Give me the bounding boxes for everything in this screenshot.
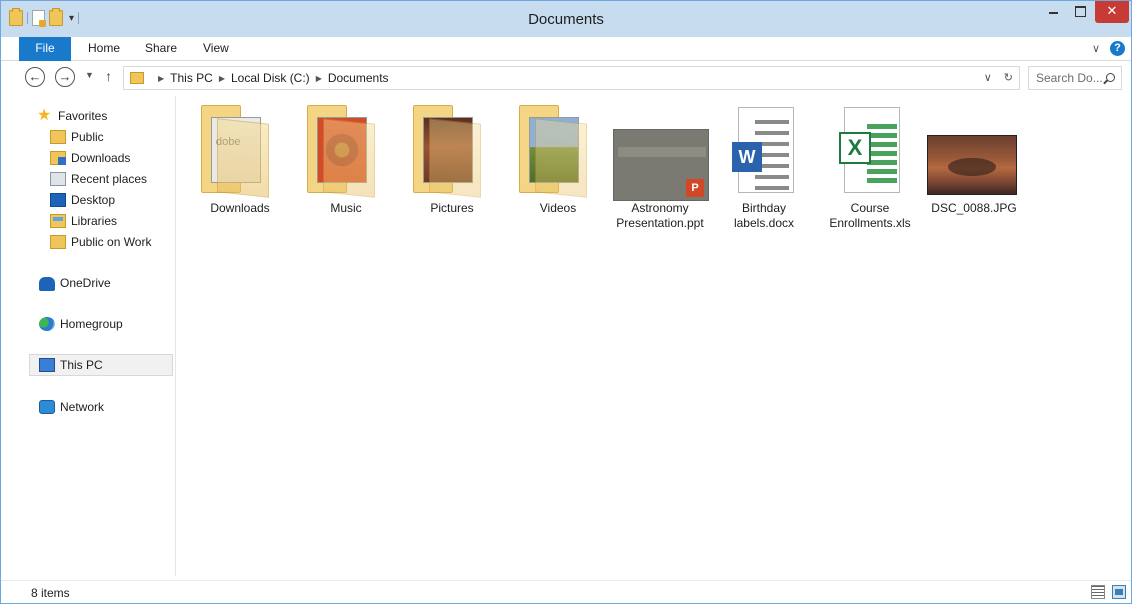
- breadcrumb-local-disk[interactable]: Local Disk (C:): [231, 71, 310, 85]
- sidebar-item-public-on-work[interactable]: Public on Work: [50, 232, 151, 252]
- sidebar-item-label: Public: [71, 130, 104, 144]
- file-name: DSC_0088.JPG: [931, 201, 1017, 215]
- recent-locations-icon[interactable]: ▼: [85, 70, 94, 80]
- minimize-button[interactable]: [1041, 1, 1067, 23]
- sidebar-item-this-pc[interactable]: This PC: [39, 355, 103, 375]
- sidebar-item-label: This PC: [60, 358, 103, 372]
- status-bar: 8 items: [1, 580, 1131, 604]
- address-history-icon[interactable]: ∨: [984, 71, 992, 84]
- navigation-pane: ★ Favorites Public Downloads Recent plac…: [1, 96, 176, 576]
- file-name: Music: [330, 201, 362, 215]
- up-button[interactable]: ↑: [105, 68, 112, 84]
- file-name: Birthday labels.docx: [733, 201, 795, 230]
- presentation-thumbnail: P: [613, 129, 709, 201]
- sidebar-item-label: Homegroup: [60, 317, 123, 331]
- tab-home[interactable]: Home: [88, 37, 120, 61]
- search-placeholder: Search Do...: [1036, 71, 1103, 85]
- powerpoint-icon: P: [686, 179, 704, 197]
- folder-icon: [413, 105, 481, 198]
- recent-places-icon: [50, 172, 66, 186]
- maximize-button[interactable]: [1067, 1, 1093, 23]
- sidebar-item-label: Public on Work: [71, 235, 152, 249]
- ribbon-tabs: File Home Share View ∨ ?: [1, 37, 1131, 61]
- address-bar[interactable]: ▶ This PC ▶ Local Disk (C:) ▶ Documents …: [123, 66, 1020, 90]
- libraries-icon: [50, 214, 66, 228]
- large-icons-view-icon[interactable]: [1112, 585, 1126, 599]
- folder-front: [217, 118, 269, 198]
- window-title: Documents: [528, 11, 604, 28]
- sidebar-item-label: Downloads: [71, 151, 131, 165]
- desktop-icon: [50, 193, 66, 207]
- excel-document-icon: X: [839, 107, 900, 193]
- sidebar-item-label: Favorites: [58, 109, 108, 123]
- word-icon: W: [732, 142, 762, 172]
- title-bar: ▾ Documents ✕: [1, 1, 1131, 37]
- address-controls: ∨ ↻: [984, 71, 1013, 84]
- folder-icon: [130, 72, 144, 84]
- file-name: Course Enrollments.xls: [829, 201, 911, 230]
- sidebar-item-label: Libraries: [71, 214, 118, 228]
- expand-ribbon-icon[interactable]: ∨: [1092, 42, 1100, 55]
- tab-view[interactable]: View: [203, 37, 229, 61]
- item-count: 8 items: [31, 586, 70, 600]
- sidebar-item-onedrive[interactable]: OneDrive: [39, 273, 111, 293]
- search-input[interactable]: Search Do...: [1028, 66, 1122, 90]
- word-document-icon: W: [732, 107, 794, 193]
- sidebar-item-label: Desktop: [71, 193, 116, 207]
- sidebar-item-recent-places[interactable]: Recent places: [50, 169, 147, 189]
- folder-icon: [50, 235, 66, 249]
- help-icon[interactable]: ?: [1110, 41, 1125, 56]
- sidebar-item-desktop[interactable]: Desktop: [50, 190, 115, 210]
- details-view-icon[interactable]: [1091, 585, 1105, 599]
- sidebar-item-favorites[interactable]: ★ Favorites: [37, 106, 107, 126]
- file-name: Astronomy Presentation.ppt: [616, 201, 704, 230]
- onedrive-cloud-icon: [39, 277, 55, 291]
- slide-title-strip: [618, 147, 706, 157]
- sidebar-item-label: OneDrive: [60, 276, 111, 290]
- sidebar-item-homegroup[interactable]: Homegroup: [39, 314, 123, 334]
- explorer-window: ▾ Documents ✕ File Home Share View ∨ ? ←…: [0, 0, 1132, 604]
- file-name: Pictures: [430, 201, 474, 215]
- folder-icon: [50, 130, 66, 144]
- sidebar-item-downloads[interactable]: Downloads: [50, 148, 130, 168]
- breadcrumb-documents[interactable]: Documents: [328, 71, 389, 85]
- file-name: Downloads: [210, 201, 270, 215]
- folder-front: [323, 118, 375, 198]
- star-icon: ★: [37, 107, 52, 124]
- computer-icon: [39, 358, 55, 372]
- navigation-bar: ← → ▼ ↑ ▶ This PC ▶ Local Disk (C:) ▶ Do…: [1, 62, 1131, 94]
- downloads-folder-icon: [50, 151, 66, 165]
- tab-file[interactable]: File: [19, 37, 71, 61]
- folder-icon: [307, 105, 375, 198]
- close-button[interactable]: ✕: [1095, 1, 1129, 23]
- breadcrumb-this-pc[interactable]: This PC: [170, 71, 213, 85]
- excel-icon: X: [839, 132, 871, 164]
- folder-icon: [519, 105, 587, 198]
- search-icon[interactable]: [1106, 73, 1115, 82]
- photo-thumbnail: [927, 135, 1017, 195]
- homegroup-icon: [39, 317, 55, 331]
- breadcrumb-separator-icon[interactable]: ▶: [158, 74, 164, 83]
- sidebar-item-label: Network: [60, 400, 105, 414]
- sidebar-item-network[interactable]: Network: [39, 397, 104, 417]
- sidebar-item-public[interactable]: Public: [50, 127, 104, 147]
- back-button[interactable]: ←: [25, 67, 45, 87]
- sidebar-item-label: Recent places: [71, 172, 148, 186]
- breadcrumb-separator-icon[interactable]: ▶: [219, 74, 225, 83]
- refresh-icon[interactable]: ↻: [1004, 71, 1013, 84]
- file-name: Videos: [539, 201, 577, 215]
- forward-button[interactable]: →: [55, 67, 75, 87]
- network-icon: [39, 400, 55, 414]
- folder-front: [535, 118, 587, 198]
- file-list: dobe Downloads Music Pictures: [187, 101, 1127, 241]
- folder-front: [429, 118, 481, 198]
- folder-icon: dobe: [201, 105, 269, 198]
- sidebar-item-libraries[interactable]: Libraries: [50, 211, 117, 231]
- ribbon-controls: ∨ ?: [1092, 41, 1125, 56]
- tab-share[interactable]: Share: [145, 37, 177, 61]
- spreadsheet-rows: [867, 124, 897, 184]
- breadcrumb-separator-icon[interactable]: ▶: [316, 74, 322, 83]
